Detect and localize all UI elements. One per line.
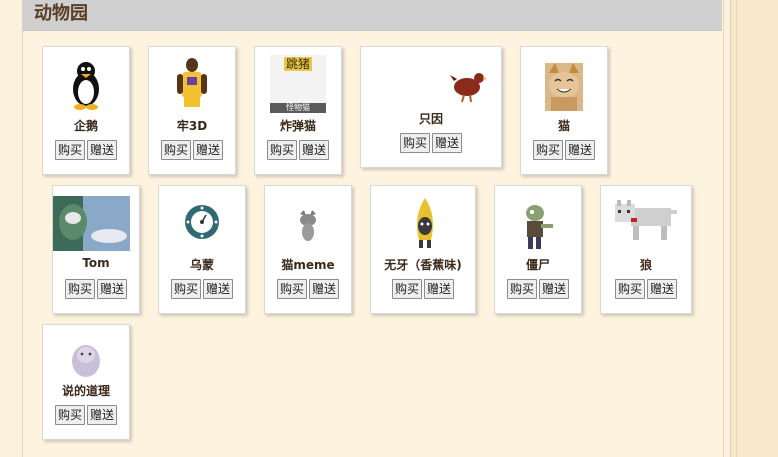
buy-button[interactable]: 购买 <box>532 140 563 160</box>
gift-button[interactable]: 赠送 <box>87 405 118 425</box>
item-name: 牢3D <box>176 119 208 133</box>
item-name: Tom <box>82 256 110 270</box>
shop-item-zombie: 僵尸 购买 赠送 <box>494 185 582 314</box>
shop-item-chicken: 只因 购买 赠送 <box>360 46 502 168</box>
ghost-face-icon <box>72 345 100 377</box>
smiling-cat-icon <box>545 63 583 111</box>
chicken-icon <box>450 73 487 103</box>
shop-item-bomb-cat: 跳猪 怪物猫 炸弹猫 购买 赠送 <box>254 46 342 175</box>
buy-button[interactable]: 购买 <box>391 279 422 299</box>
wolf-icon <box>615 200 677 240</box>
buy-button[interactable]: 购买 <box>170 279 201 299</box>
shop-item-shuodedaoli: 说的道理 购买 赠送 <box>42 324 130 440</box>
section-header: 动物园 <box>22 0 722 31</box>
buy-button[interactable]: 购买 <box>160 140 191 160</box>
item-name: 猫 <box>557 119 570 133</box>
gift-button[interactable]: 赠送 <box>647 279 678 299</box>
shop-item-penguin: 企鹅 购买 赠送 <box>42 46 130 175</box>
gift-button[interactable]: 赠送 <box>432 133 463 153</box>
buy-button[interactable]: 购买 <box>54 140 85 160</box>
shop-item-cat: 猫 购买 赠送 <box>520 46 608 175</box>
gift-button[interactable]: 赠送 <box>193 140 224 160</box>
item-name: 猫meme <box>281 258 335 272</box>
meme-cat-icon <box>300 210 316 241</box>
buy-button[interactable]: 购买 <box>54 405 85 425</box>
buy-button[interactable]: 购买 <box>614 279 645 299</box>
shop-item-meme-cat: 猫meme 购买 赠送 <box>264 185 352 314</box>
buy-button[interactable]: 购买 <box>399 133 430 153</box>
item-name: 乌蒙 <box>189 258 214 272</box>
item-name: 只因 <box>418 112 443 126</box>
bomb-cat-icon: 跳猪 怪物猫 <box>270 55 326 113</box>
gift-button[interactable]: 赠送 <box>299 140 330 160</box>
zombie-icon <box>526 205 553 249</box>
buy-button[interactable]: 购买 <box>266 140 297 160</box>
basketball-player-icon <box>177 58 207 107</box>
right-scroll-rail <box>730 0 778 457</box>
item-name: 狼 <box>639 258 652 272</box>
buy-button[interactable]: 购买 <box>506 279 537 299</box>
tom-cat-icon <box>53 196 130 251</box>
shop-item-player: 牢3D 购买 赠送 <box>148 46 236 175</box>
gift-button[interactable]: 赠送 <box>424 279 455 299</box>
buy-button[interactable]: 购买 <box>64 279 95 299</box>
shop-item-wolf: 狼 购买 赠送 <box>600 185 692 314</box>
item-name: 无牙（香蕉味) <box>384 258 462 272</box>
gift-button[interactable]: 赠送 <box>87 140 118 160</box>
item-name: 说的道理 <box>61 384 110 398</box>
clock-dial-icon <box>185 205 219 239</box>
image-caption-top: 跳猪 <box>284 57 313 71</box>
shop-item-tom: Tom 购买 赠送 <box>52 185 140 314</box>
gift-button[interactable]: 赠送 <box>565 140 596 160</box>
gift-button[interactable]: 赠送 <box>203 279 234 299</box>
gift-button[interactable]: 赠送 <box>97 279 128 299</box>
shop-item-wumeng: 乌蒙 购买 赠送 <box>158 185 246 314</box>
image-caption-bottom: 怪物猫 <box>270 103 326 113</box>
section-title: 动物园 <box>34 3 88 24</box>
gift-button[interactable]: 赠送 <box>539 279 570 299</box>
item-name: 僵尸 <box>525 258 550 272</box>
item-name: 炸弹猫 <box>279 119 316 133</box>
gift-button[interactable]: 赠送 <box>309 279 340 299</box>
shop-item-banana-cat: 无牙（香蕉味) 购买 赠送 <box>370 185 476 314</box>
item-name: 企鹅 <box>73 119 98 133</box>
penguin-icon <box>73 62 99 110</box>
banana-cat-icon <box>417 198 433 248</box>
buy-button[interactable]: 购买 <box>276 279 307 299</box>
